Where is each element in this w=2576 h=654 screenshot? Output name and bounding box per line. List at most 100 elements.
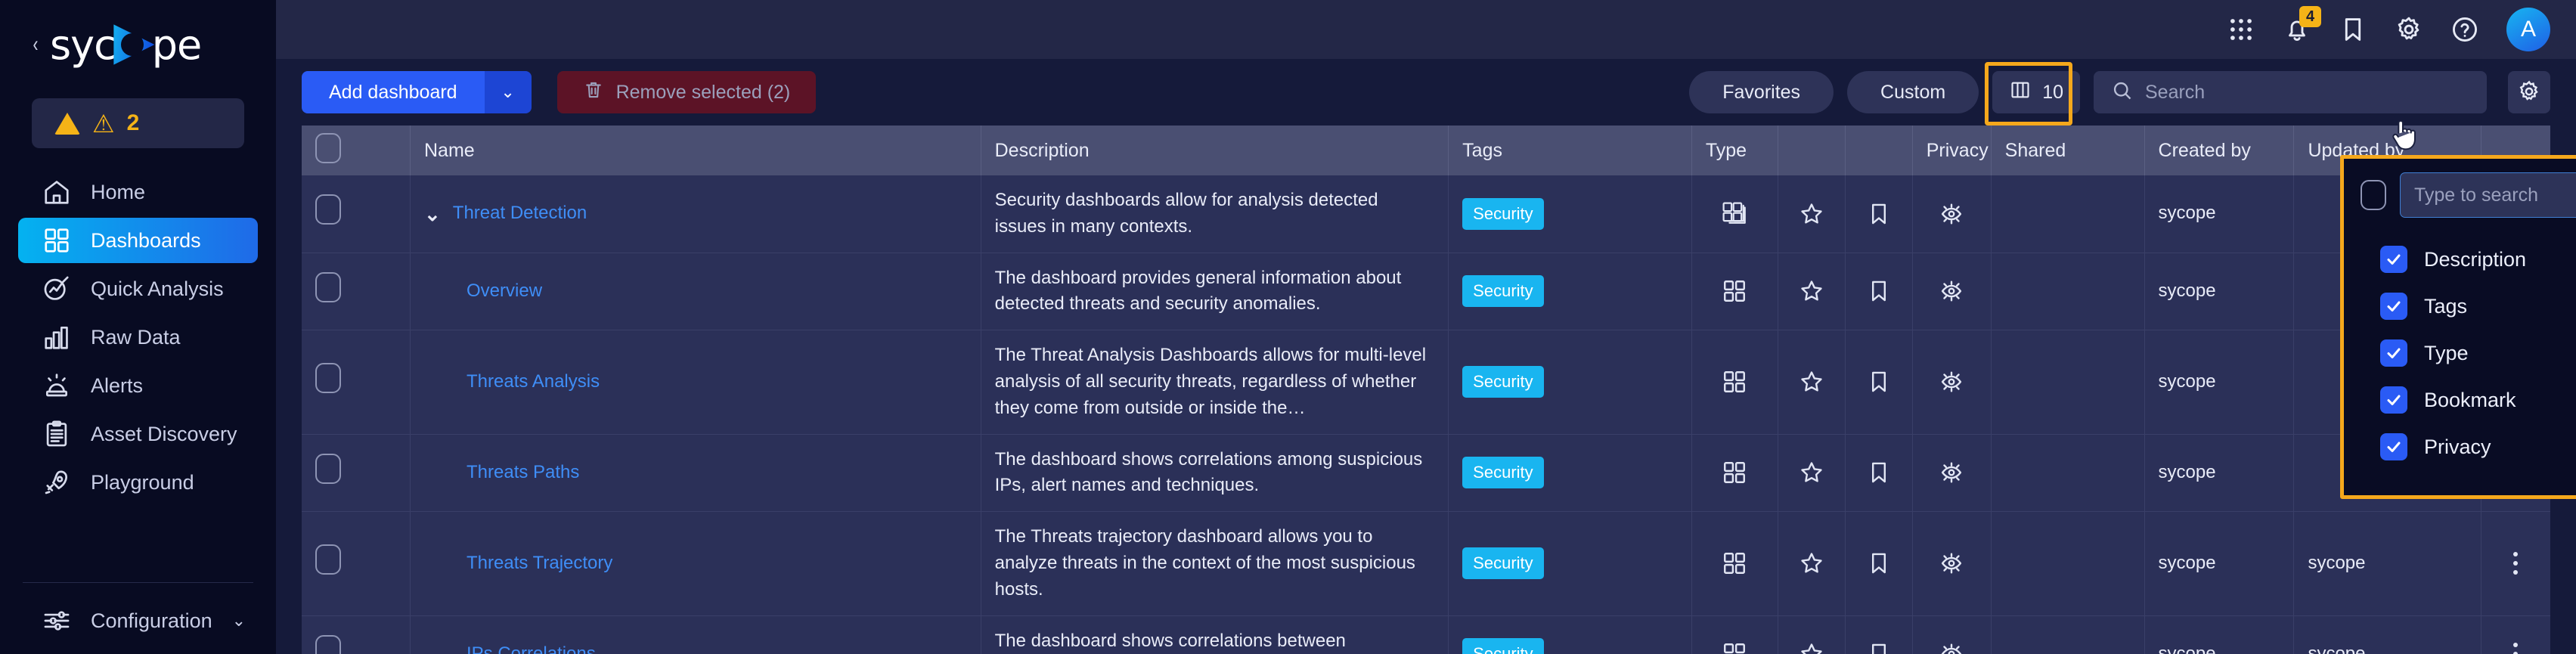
column-option-row[interactable]: Bookmark [2344, 383, 2576, 417]
eye-private-icon[interactable] [1927, 278, 1977, 304]
dashboard-name-link[interactable]: Threat Detection [453, 200, 587, 227]
sycope-logo[interactable]: syc pe [50, 21, 202, 69]
row-bookmark-cell[interactable] [1845, 330, 1913, 435]
row-name-cell[interactable]: IPs Correlations [410, 615, 981, 654]
gear-icon[interactable] [2381, 2, 2437, 57]
row-select-cell[interactable] [302, 615, 411, 654]
row-select-cell[interactable] [302, 175, 411, 253]
tag-badge[interactable]: Security [1462, 366, 1544, 398]
help-circle-icon[interactable] [2437, 2, 2493, 57]
sidebar-item-configuration[interactable]: Configuration ⌄ [18, 598, 258, 643]
row-name-cell[interactable]: ⌄ Threat Detection [410, 175, 981, 253]
dashboard-name-link[interactable]: Threats Paths [467, 460, 579, 486]
star-icon[interactable] [1792, 278, 1831, 304]
sidebar-item-quick-analysis[interactable]: Quick Analysis [18, 266, 258, 312]
table-row[interactable]: Threats Analysis The Threat Analysis Das… [302, 330, 2550, 435]
row-checkbox[interactable] [315, 194, 341, 225]
row-bookmark-cell[interactable] [1845, 175, 1913, 253]
column-picker-select-all-checkbox[interactable] [2361, 180, 2386, 210]
search-input[interactable] [2145, 81, 2469, 104]
bookmark-icon[interactable] [1859, 201, 1899, 227]
table-row[interactable]: IPs Correlations The dashboard shows cor… [302, 615, 2550, 654]
sidebar-item-home[interactable]: Home [18, 169, 258, 215]
eye-private-icon[interactable] [1927, 641, 1977, 654]
bookmark-icon[interactable] [1859, 278, 1899, 304]
star-icon[interactable] [1792, 201, 1831, 227]
table-settings-button[interactable] [2508, 71, 2550, 113]
row-bookmark-cell[interactable] [1845, 511, 1913, 616]
row-select-cell[interactable] [302, 330, 411, 435]
column-option-row[interactable]: Tags [2344, 289, 2576, 324]
column-option-checkbox[interactable] [2380, 293, 2407, 320]
column-picker-button[interactable]: 10 [1992, 71, 2080, 113]
row-checkbox[interactable] [315, 544, 341, 575]
row-favorite-cell[interactable] [1778, 434, 1846, 513]
star-icon[interactable] [1792, 550, 1831, 576]
row-select-cell[interactable] [302, 511, 411, 616]
row-favorite-cell[interactable] [1778, 615, 1846, 654]
table-row[interactable]: Overview The dashboard provides general … [302, 253, 2550, 331]
row-favorite-cell[interactable] [1778, 253, 1846, 331]
column-picker-search-box[interactable] [2400, 172, 2576, 218]
column-option-row[interactable]: Description [2344, 242, 2576, 277]
sidebar-item-playground[interactable]: Playground [18, 460, 258, 505]
bookmark-icon[interactable] [1859, 460, 1899, 485]
search-box[interactable] [2094, 71, 2487, 113]
eye-private-icon[interactable] [1927, 460, 1977, 485]
tag-badge[interactable]: Security [1462, 275, 1544, 308]
dashboard-name-link[interactable]: Threats Trajectory [467, 550, 612, 577]
tag-badge[interactable]: Security [1462, 638, 1544, 654]
tag-badge[interactable]: Security [1462, 457, 1544, 489]
table-row[interactable]: ⌄ Threat Detection Security dashboards a… [302, 175, 2550, 253]
eye-private-icon[interactable] [1927, 550, 1977, 576]
row-actions-cell[interactable] [2481, 511, 2550, 616]
star-icon[interactable] [1792, 460, 1831, 485]
column-option-checkbox[interactable] [2380, 433, 2407, 460]
star-icon[interactable] [1792, 641, 1831, 654]
expand-collapse-icon[interactable]: ⌄ [424, 204, 441, 224]
row-actions-cell[interactable] [2481, 615, 2550, 654]
row-privacy-cell[interactable] [1912, 253, 1992, 331]
eye-private-icon[interactable] [1927, 369, 1977, 395]
avatar[interactable]: A [2506, 8, 2550, 51]
column-header-name[interactable]: Name [410, 126, 981, 175]
bookmark-icon[interactable] [1859, 641, 1899, 654]
row-checkbox[interactable] [315, 634, 341, 654]
sidebar-item-raw-data[interactable]: Raw Data [18, 315, 258, 360]
bookmark-icon[interactable] [1859, 550, 1899, 576]
table-row[interactable]: Threats Trajectory The Threats trajector… [302, 511, 2550, 616]
star-icon[interactable] [1792, 369, 1831, 395]
row-name-cell[interactable]: Threats Paths [410, 434, 981, 513]
table-row[interactable]: Threats Paths The dashboard shows correl… [302, 434, 2550, 513]
bookmark-icon[interactable] [1859, 369, 1899, 395]
column-option-checkbox[interactable] [2380, 386, 2407, 414]
remove-selected-button[interactable]: Remove selected (2) [556, 71, 817, 113]
select-all-header[interactable] [302, 126, 411, 175]
row-favorite-cell[interactable] [1778, 175, 1846, 253]
sidebar-item-alerts[interactable]: Alerts [18, 363, 258, 408]
row-select-cell[interactable] [302, 253, 411, 331]
row-checkbox[interactable] [315, 271, 341, 302]
column-option-row[interactable]: Privacy [2344, 429, 2576, 464]
row-privacy-cell[interactable] [1912, 330, 1992, 435]
column-picker-search-input[interactable] [2414, 184, 2576, 206]
row-favorite-cell[interactable] [1778, 330, 1846, 435]
row-name-cell[interactable]: Threats Analysis [410, 330, 981, 435]
apps-grid-icon[interactable] [2213, 2, 2269, 57]
bookmark-icon[interactable] [2325, 2, 2381, 57]
column-header-tags[interactable]: Tags [1448, 126, 1692, 175]
select-all-checkbox[interactable] [315, 132, 341, 163]
column-option-row[interactable]: Type [2344, 336, 2576, 370]
column-header-privacy[interactable]: Privacy [1912, 126, 1992, 175]
row-favorite-cell[interactable] [1778, 511, 1846, 616]
column-header-type[interactable]: Type [1691, 126, 1778, 175]
column-header-shared[interactable]: Shared [1991, 126, 2145, 175]
row-privacy-cell[interactable] [1912, 615, 1992, 654]
dashboard-name-link[interactable]: Overview [467, 278, 542, 305]
row-privacy-cell[interactable] [1912, 511, 1992, 616]
kebab-menu-icon[interactable] [2495, 643, 2537, 654]
column-header-favorite[interactable] [1778, 126, 1846, 175]
dashboard-name-link[interactable]: Threats Analysis [467, 369, 600, 395]
row-name-cell[interactable]: Threats Trajectory [410, 511, 981, 616]
column-option-checkbox[interactable] [2380, 339, 2407, 367]
